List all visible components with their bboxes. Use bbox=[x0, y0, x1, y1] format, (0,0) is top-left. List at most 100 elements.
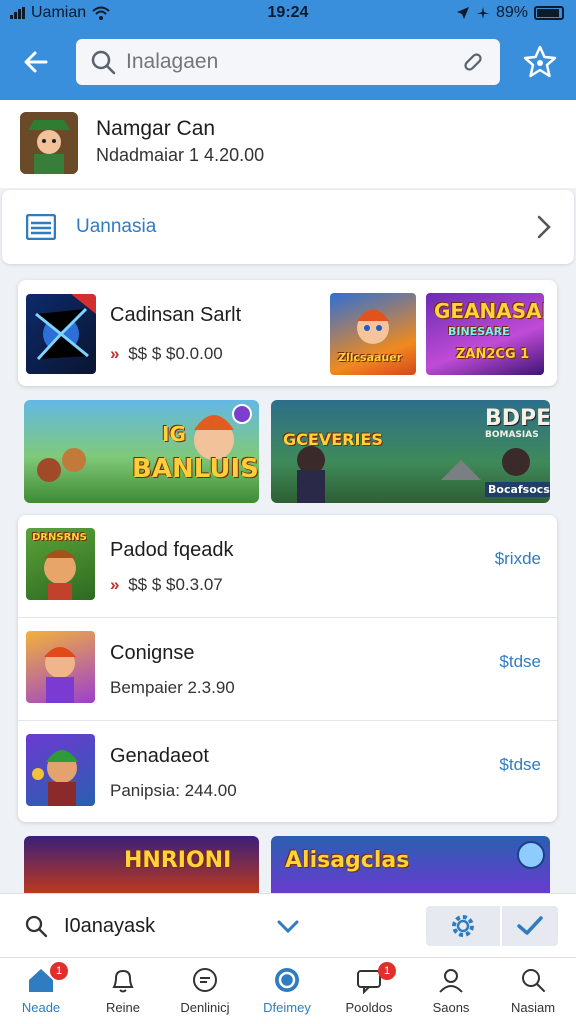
bottom-search-bar: I0anayask bbox=[0, 893, 576, 957]
banner2-corner-text: Bocafsocs bbox=[485, 482, 550, 497]
category-label: Uannasia bbox=[76, 216, 157, 237]
list-item-title: Padod fqeadk bbox=[110, 539, 234, 561]
banner4-text: Alisagclas bbox=[285, 848, 410, 873]
banner2-top-text: BDPE bbox=[485, 406, 550, 431]
notification-badge: 1 bbox=[50, 962, 68, 980]
featured-thumb-2[interactable]: Zllcsaauer bbox=[330, 293, 416, 375]
list-item-price: Bempaier 2.3.90 bbox=[110, 678, 235, 697]
jungle-art-icon bbox=[37, 404, 252, 482]
list-icon bbox=[26, 214, 56, 240]
tab-label: Pooldos bbox=[345, 1000, 393, 1015]
app-list: DRNSRNS Padod fqeadk » $$ $ $0.3.07 $rix… bbox=[18, 515, 557, 822]
character-art-icon bbox=[20, 112, 78, 174]
tab-dfeimey[interactable]: Dfeimey bbox=[246, 958, 328, 1024]
app-icon bbox=[20, 112, 78, 174]
list-item[interactable]: Genadaeot Panipsia: 244.00 $tdse bbox=[18, 721, 557, 824]
search-input[interactable] bbox=[126, 50, 460, 74]
thumb2-art-text: Zllcsaauer bbox=[338, 351, 403, 364]
arrow-left-icon bbox=[24, 51, 48, 73]
list-item[interactable]: Conignse Bempaier 2.3.90 $tdse bbox=[18, 618, 557, 721]
tab-reine[interactable]: Reine bbox=[82, 958, 164, 1024]
check-icon bbox=[517, 916, 543, 935]
featured-card[interactable]: Cadinsan Sarlt » $$ $ $0.0.00 Zllcsaauer… bbox=[18, 280, 557, 386]
notification-badge: 1 bbox=[378, 962, 396, 980]
search-icon bbox=[91, 50, 116, 75]
promo-banner-1[interactable]: BANLUIS IG bbox=[24, 400, 259, 503]
banner2-small-text: BOMASIAS bbox=[485, 430, 539, 440]
list-item-action[interactable]: $rixde bbox=[495, 549, 541, 569]
banner2-mid-text: GCEVERIES bbox=[283, 430, 383, 449]
tab-label: Reine bbox=[106, 1000, 140, 1015]
search-icon bbox=[25, 915, 48, 938]
shield-art-icon bbox=[517, 841, 545, 869]
tab-label: Saons bbox=[432, 1000, 470, 1015]
featured-price-value: $$ $ $0.0.00 bbox=[128, 344, 223, 363]
list-thumb bbox=[26, 734, 95, 806]
list-item-action[interactable]: $tdse bbox=[499, 652, 541, 672]
confirm-button[interactable] bbox=[502, 906, 558, 946]
settings-button[interactable] bbox=[426, 906, 500, 946]
tab-home[interactable]: 1 Neade bbox=[0, 958, 82, 1024]
thumb3-art-text-top: GEANASAI bbox=[434, 299, 544, 323]
category-row[interactable]: Uannasia bbox=[2, 190, 574, 264]
list-thumb: DRNSRNS bbox=[26, 528, 95, 600]
globe-icon bbox=[275, 968, 299, 992]
banner1-text: BANLUIS bbox=[132, 454, 259, 484]
list-item-price: Panipsia: 244.00 bbox=[110, 781, 237, 800]
creature-art-icon bbox=[35, 294, 96, 361]
promo-banner-2[interactable]: BDPE BOMASIAS GCEVERIES Bocafsocs bbox=[271, 400, 550, 503]
featured-thumb-3[interactable]: GEANASAI BINESARE ZAN2CG 1 bbox=[426, 293, 544, 375]
star-icon bbox=[523, 45, 557, 78]
fighter-art-icon bbox=[44, 647, 76, 703]
thumb3-art-text-bot: ZAN2CG 1 bbox=[456, 347, 530, 362]
search-field[interactable] bbox=[76, 39, 500, 85]
back-button[interactable] bbox=[14, 42, 58, 82]
tab-label: Denlinicj bbox=[180, 1000, 230, 1015]
chat-icon bbox=[193, 968, 217, 992]
list-thumb-text: DRNSRNS bbox=[32, 532, 87, 543]
list-item-title: Conignse bbox=[110, 642, 195, 664]
gear-icon bbox=[452, 915, 474, 937]
bell-icon bbox=[112, 969, 134, 993]
promo-banner-4[interactable]: Alisagclas bbox=[271, 836, 550, 896]
app-subtitle: Ndadmaiar 1 4.20.00 bbox=[96, 145, 265, 165]
list-item-price: » $$ $ $0.3.07 bbox=[110, 575, 223, 595]
status-right: 89% bbox=[456, 4, 564, 22]
location-icon bbox=[456, 7, 469, 19]
featured-title: Cadinsan Sarlt bbox=[110, 304, 242, 326]
app-info[interactable]: Namgar Can Ndadmaiar 1 4.20.00 bbox=[0, 100, 576, 188]
tab-label: Nasiam bbox=[510, 1000, 556, 1015]
chevron-right-icon bbox=[537, 215, 551, 239]
list-item-price-value: $$ $ $0.3.07 bbox=[128, 575, 223, 594]
search-icon bbox=[522, 969, 545, 992]
tab-pooldos[interactable]: 1 Pooldos bbox=[328, 958, 410, 1024]
chevron-down-icon[interactable] bbox=[276, 916, 300, 936]
favorite-button[interactable] bbox=[520, 42, 560, 82]
tab-saons[interactable]: Saons bbox=[410, 958, 492, 1024]
list-item-action[interactable]: $tdse bbox=[499, 755, 541, 775]
app-header bbox=[0, 28, 576, 100]
tab-bar: 1 Neade Reine Denlinicj Dfeimey 1 Pooldo… bbox=[0, 957, 576, 1024]
link-icon[interactable] bbox=[460, 49, 486, 75]
featured-thumb bbox=[26, 294, 96, 374]
battery-percent: 89% bbox=[495, 4, 528, 21]
tab-nasiam[interactable]: Nasiam bbox=[492, 958, 574, 1024]
list-item-title: Genadaeot bbox=[110, 745, 209, 767]
promo-banner-3[interactable]: HNRIONI bbox=[24, 836, 259, 896]
featured-price: » $$ $ $0.0.00 bbox=[110, 344, 223, 364]
price-prefix: » bbox=[110, 575, 120, 594]
battery-icon bbox=[534, 6, 564, 20]
tab-denlinicj[interactable]: Denlinicj bbox=[164, 958, 246, 1024]
warrior-art-icon bbox=[32, 750, 78, 806]
tab-label: Neade bbox=[21, 1000, 61, 1015]
banner3-text: HNRIONI bbox=[124, 848, 232, 873]
tab-label: Dfeimey bbox=[263, 1000, 311, 1015]
status-bar: Uamian 19:24 89% bbox=[0, 0, 576, 28]
user-icon bbox=[439, 969, 463, 993]
thumb3-art-text-mid: BINESARE bbox=[448, 325, 510, 338]
banner1-tag: IG bbox=[162, 422, 186, 446]
list-item[interactable]: DRNSRNS Padod fqeadk » $$ $ $0.3.07 $rix… bbox=[18, 515, 557, 618]
app-title: Namgar Can bbox=[96, 117, 216, 140]
price-prefix: » bbox=[110, 344, 120, 363]
bottom-search-query[interactable]: I0anayask bbox=[64, 915, 155, 938]
